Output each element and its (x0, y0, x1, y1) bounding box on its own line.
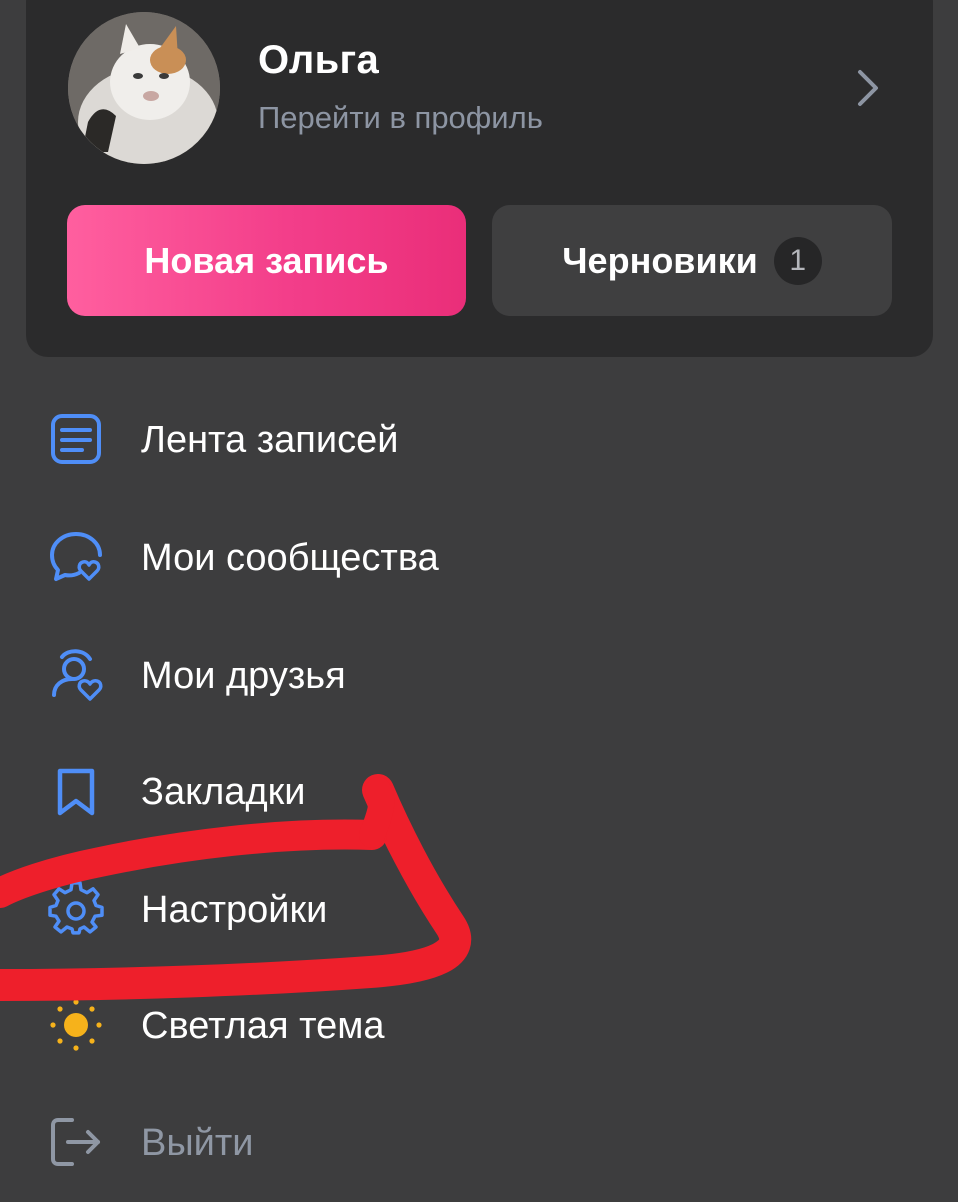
menu-label-light-theme: Светлая тема (141, 1005, 385, 1047)
menu-label-bookmarks: Закладки (141, 771, 306, 813)
profile-link[interactable]: Перейти в профиль (258, 100, 543, 136)
logout-icon (51, 1118, 100, 1166)
menu-item-communities[interactable]: Мои сообщества (0, 499, 958, 617)
new-post-label: Новая запись (144, 239, 389, 281)
cat-photo (68, 12, 220, 164)
menu-item-friends[interactable]: Мои друзья (0, 617, 958, 735)
menu-label-settings: Настройки (141, 889, 328, 931)
menu-label-communities: Мои сообщества (141, 537, 439, 579)
menu-label-friends: Мои друзья (141, 655, 346, 697)
chevron-right-icon[interactable] (848, 66, 888, 110)
menu-item-light-theme[interactable]: Светлая тема (0, 967, 958, 1085)
gear-icon (48, 881, 104, 935)
menu-item-settings[interactable]: Настройки (0, 851, 958, 969)
menu-item-logout[interactable]: Выйти (0, 1084, 958, 1202)
drafts-count-badge: 1 (773, 236, 822, 285)
feed-icon (51, 414, 101, 464)
sun-icon (50, 999, 102, 1051)
friends-icon (52, 649, 103, 701)
drafts-button[interactable]: Черновики 1 (492, 205, 892, 316)
communities-icon (50, 532, 102, 581)
avatar[interactable] (68, 12, 220, 164)
user-name[interactable]: Ольга (258, 38, 379, 83)
menu-item-feed[interactable]: Лента записей (0, 381, 958, 499)
menu-label-logout: Выйти (141, 1122, 254, 1164)
menu-item-bookmarks[interactable]: Закладки (0, 733, 958, 851)
new-post-button[interactable]: Новая запись (67, 205, 466, 316)
bookmark-icon (57, 768, 95, 816)
drafts-label: Черновики (562, 239, 758, 281)
menu-label-feed: Лента записей (141, 419, 399, 461)
